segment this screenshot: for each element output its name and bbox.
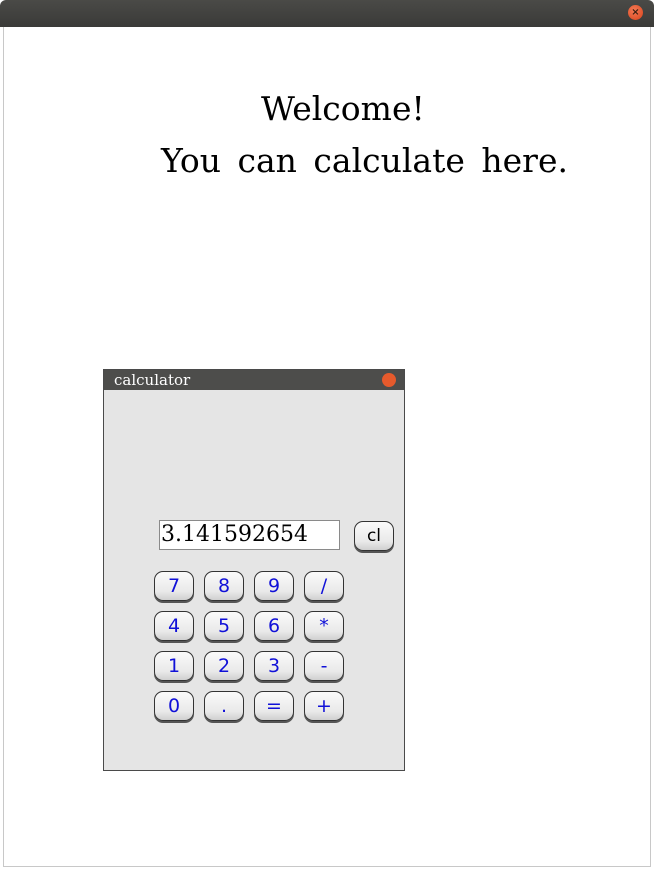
calculator-window: calculator 3.141592654 cl 7 8 9 / 4 5 6 … — [103, 369, 405, 771]
key-6-button[interactable]: 6 — [254, 611, 294, 641]
calculator-title: calculator — [114, 371, 191, 389]
key-4-button[interactable]: 4 — [154, 611, 194, 641]
key-1-button[interactable]: 1 — [154, 651, 194, 681]
add-button[interactable]: + — [304, 691, 344, 721]
calculator-titlebar[interactable]: calculator — [104, 370, 404, 390]
key-9-button[interactable]: 9 — [254, 571, 294, 601]
app-window: × Welcome! You can calculate here. calcu… — [0, 0, 654, 870]
welcome-subheading: You can calculate here. — [161, 141, 568, 180]
key-2-button[interactable]: 2 — [204, 651, 244, 681]
calculator-display[interactable]: 3.141592654 — [159, 520, 340, 550]
close-icon[interactable]: × — [628, 5, 643, 20]
decimal-point-button[interactable]: . — [204, 691, 244, 721]
key-7-button[interactable]: 7 — [154, 571, 194, 601]
key-3-button[interactable]: 3 — [254, 651, 294, 681]
equals-button[interactable]: = — [254, 691, 294, 721]
welcome-heading: Welcome! — [261, 89, 425, 128]
calculator-close-icon[interactable] — [382, 373, 396, 387]
key-5-button[interactable]: 5 — [204, 611, 244, 641]
welcome-message: Welcome! You can calculate here. — [4, 83, 652, 187]
key-8-button[interactable]: 8 — [204, 571, 244, 601]
subtract-button[interactable]: - — [304, 651, 344, 681]
clear-button[interactable]: cl — [354, 521, 394, 551]
divide-button[interactable]: / — [304, 571, 344, 601]
key-0-button[interactable]: 0 — [154, 691, 194, 721]
window-titlebar[interactable]: × — [0, 0, 654, 27]
multiply-button[interactable]: * — [304, 611, 344, 641]
